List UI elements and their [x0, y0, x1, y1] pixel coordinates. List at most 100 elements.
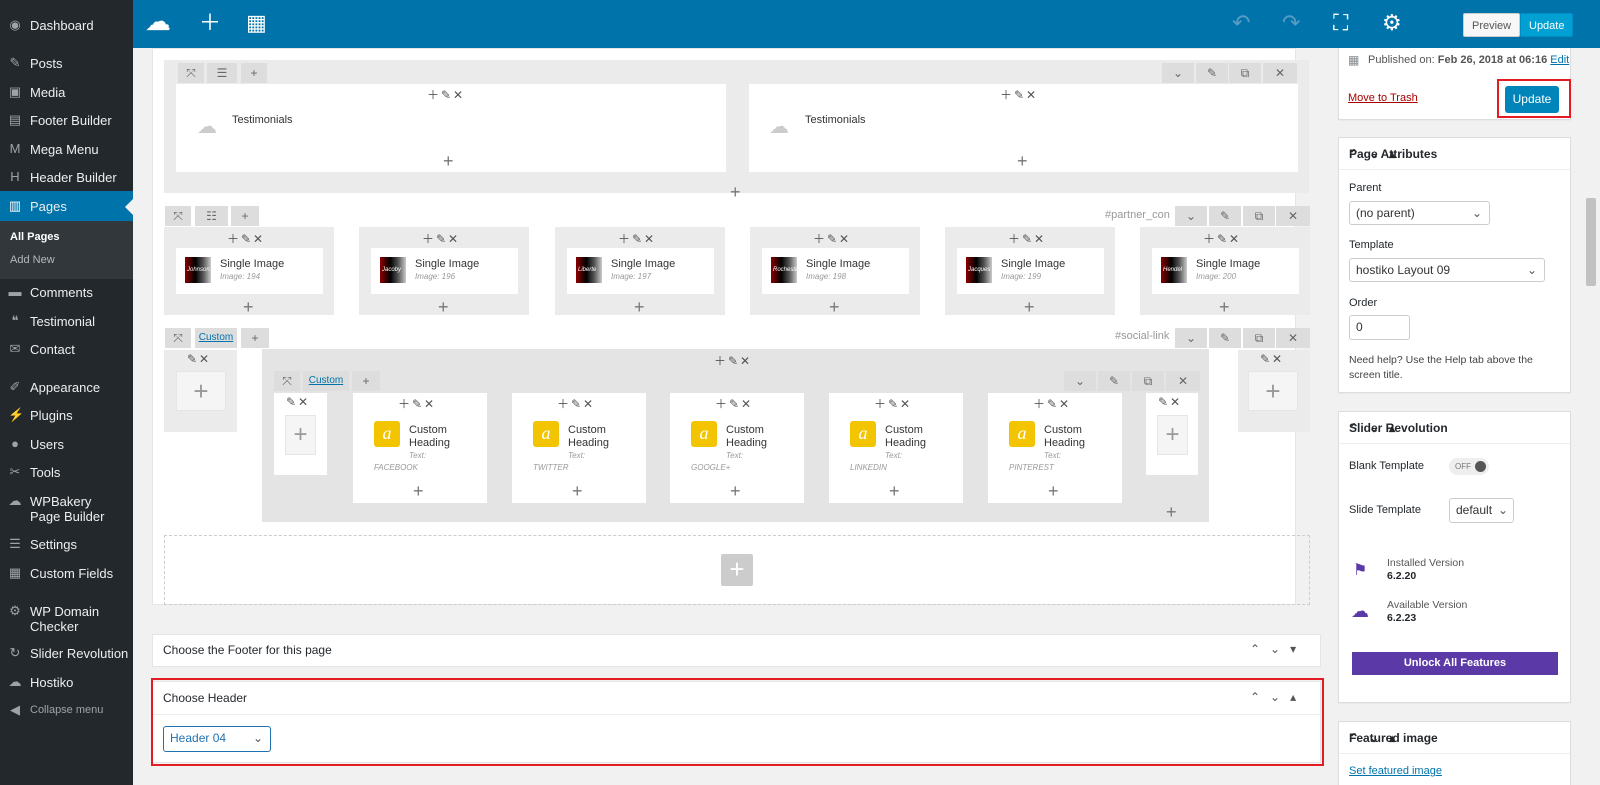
testimonials-element[interactable]: Testimonials [805, 114, 866, 126]
testimonials-element[interactable]: Testimonials [232, 114, 293, 126]
box-arrows-icon[interactable]: ⌃⌄▾ [1250, 642, 1306, 656]
gear-icon[interactable]: ⚙ [1382, 12, 1402, 34]
row-clone-icon[interactable]: ⧉ [1229, 63, 1261, 83]
add-element-icon[interactable]: + [438, 298, 449, 316]
column-controls[interactable]: ＋✎✕ [715, 395, 753, 412]
column-controls[interactable]: ＋✎✕ [874, 395, 912, 412]
row-add-column-button[interactable]: + [241, 328, 269, 348]
image-title: Single Image [806, 258, 871, 270]
row-edit-icon[interactable]: ✎ [1209, 206, 1241, 226]
add-element-button[interactable]: + [285, 415, 316, 455]
page-scrollbar[interactable] [1586, 198, 1596, 286]
custom-row-label[interactable]: Custom [195, 328, 237, 348]
row-toggle-icon[interactable]: ⌄ [1162, 63, 1194, 83]
add-element-icon[interactable]: + [243, 298, 254, 316]
add-element-icon[interactable]: + [634, 298, 645, 316]
column-controls[interactable]: ＋✎✕ [1203, 230, 1241, 247]
custom-heading-title[interactable]: Custom Heading [1044, 424, 1099, 450]
column-controls[interactable]: ＋✎✕ [557, 395, 595, 412]
inner-row-add-column-button[interactable]: + [352, 371, 380, 391]
column-controls[interactable]: ✎✕ [286, 395, 310, 409]
parent-select[interactable]: (no parent) ⌄ [1349, 201, 1490, 225]
row-edit-icon[interactable]: ✎ [1209, 328, 1241, 348]
row-edit-icon[interactable]: ✎ [1196, 63, 1228, 83]
row-delete-icon[interactable]: ✕ [1276, 206, 1310, 226]
add-element-icon[interactable]: + [413, 482, 424, 500]
column-controls[interactable]: ＋✎✕ [1008, 230, 1046, 247]
submenu-add-new[interactable]: Add New [10, 254, 55, 266]
custom-heading-title[interactable]: Custom Heading [409, 424, 464, 450]
add-element-icon[interactable]: ＋ [199, 12, 221, 34]
row-move-handle[interactable]: ⤧ [165, 206, 191, 226]
column-controls[interactable]: ＋✎✕ [714, 352, 752, 369]
column-controls[interactable]: ✎✕ [1260, 352, 1284, 366]
add-element-button[interactable]: + [1248, 371, 1298, 411]
row-add-column-button[interactable]: + [231, 206, 259, 226]
column-controls[interactable]: ✎✕ [1158, 395, 1182, 409]
move-to-trash-link[interactable]: Move to Trash [1348, 92, 1418, 104]
column-controls[interactable]: ＋✎✕ [1033, 395, 1071, 412]
inner-row-clone-icon[interactable]: ⧉ [1132, 371, 1164, 391]
submenu-all-pages[interactable]: All Pages [10, 231, 60, 243]
column-controls[interactable]: ＋✎✕ [813, 230, 851, 247]
custom-heading-title[interactable]: Custom Heading [726, 424, 781, 450]
column-controls[interactable]: ＋✎✕ [398, 395, 436, 412]
add-element-icon[interactable]: + [443, 152, 454, 170]
row-move-handle[interactable]: ⤧ [178, 63, 204, 83]
preview-button[interactable]: Preview [1463, 13, 1521, 37]
templates-icon[interactable]: ▦ [246, 12, 267, 34]
blank-template-toggle[interactable]: OFF [1449, 458, 1489, 475]
add-element-icon[interactable]: + [1017, 152, 1028, 170]
fullscreen-icon[interactable]: ⛶ [1333, 12, 1348, 34]
column-controls[interactable]: ✎✕ [187, 352, 211, 366]
redo-icon[interactable]: ↷ [1282, 12, 1300, 34]
update-button[interactable]: Update [1520, 13, 1574, 37]
column-controls[interactable]: ＋✎✕ [427, 86, 465, 103]
row-toggle-icon[interactable]: ⌄ [1175, 328, 1207, 348]
custom-heading-title[interactable]: Custom Heading [568, 424, 623, 450]
order-input[interactable]: 0 [1349, 315, 1410, 340]
set-featured-image-link[interactable]: Set featured image [1349, 765, 1442, 777]
inner-row-toggle-icon[interactable]: ⌄ [1064, 371, 1096, 391]
row-add-column-button[interactable]: + [241, 63, 267, 83]
box-arrows-icon[interactable]: ⌃⌄▴ [1349, 731, 1562, 745]
column-controls[interactable]: ＋✎✕ [227, 230, 265, 247]
edit-date-link[interactable]: Edit [1550, 54, 1569, 66]
row-layout-icon[interactable]: ☰ [207, 63, 237, 83]
box-arrows-icon[interactable]: ⌃⌄▴ [1349, 147, 1562, 161]
add-element-icon[interactable]: + [889, 482, 900, 500]
custom-heading-title[interactable]: Custom Heading [885, 424, 940, 450]
row-clone-icon[interactable]: ⧉ [1243, 206, 1275, 226]
add-element-icon[interactable]: + [1048, 482, 1059, 500]
box-arrows-icon[interactable]: ⌃⌄▴ [1349, 421, 1562, 435]
inner-custom-label[interactable]: Custom [303, 371, 349, 391]
add-row-button[interactable]: + [721, 554, 753, 586]
column-controls[interactable]: ＋✎✕ [422, 230, 460, 247]
sidebar-item-pages[interactable]: ▥ Pages [0, 191, 133, 221]
add-element-icon[interactable]: + [730, 183, 741, 201]
column-controls[interactable]: ＋✎✕ [618, 230, 656, 247]
row-layout-icon[interactable]: ☷ [195, 206, 228, 226]
inner-row-move-handle[interactable]: ⤧ [274, 371, 300, 391]
template-select[interactable]: hostiko Layout 09 ⌄ [1349, 258, 1545, 282]
row-delete-icon[interactable]: ✕ [1263, 63, 1297, 83]
row-delete-icon[interactable]: ✕ [1276, 328, 1310, 348]
cloud-logo-icon[interactable]: ☁ [145, 8, 171, 34]
inner-row-edit-icon[interactable]: ✎ [1098, 371, 1130, 391]
row-toggle-icon[interactable]: ⌄ [1175, 206, 1207, 226]
unlock-features-button[interactable]: Unlock All Features [1352, 652, 1558, 675]
add-element-icon[interactable]: + [829, 298, 840, 316]
undo-icon[interactable]: ↶ [1232, 12, 1250, 34]
add-element-button[interactable]: + [1157, 415, 1188, 455]
add-element-icon[interactable]: + [1024, 298, 1035, 316]
add-element-icon[interactable]: + [1166, 503, 1177, 521]
slide-template-select[interactable]: default ⌄ [1449, 498, 1514, 523]
inner-row-delete-icon[interactable]: ✕ [1166, 371, 1200, 391]
column-controls[interactable]: ＋✎✕ [1000, 86, 1038, 103]
row-move-handle[interactable]: ⤧ [165, 328, 191, 348]
row-clone-icon[interactable]: ⧉ [1243, 328, 1275, 348]
add-element-button[interactable]: + [176, 371, 226, 411]
add-element-icon[interactable]: + [1219, 298, 1230, 316]
add-element-icon[interactable]: + [572, 482, 583, 500]
add-element-icon[interactable]: + [730, 482, 741, 500]
